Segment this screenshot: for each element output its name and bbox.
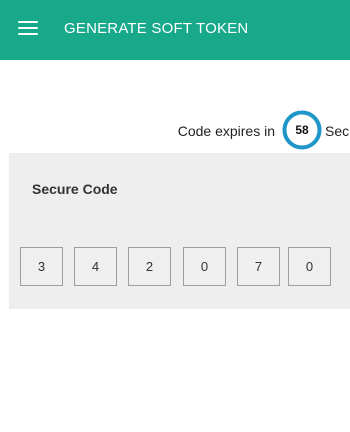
- secure-code-digit-2: 4: [74, 247, 117, 286]
- hamburger-menu-icon[interactable]: [16, 16, 42, 42]
- secure-code-digit-1: 3: [20, 247, 63, 286]
- page-title: GENERATE SOFT TOKEN: [64, 20, 249, 37]
- menu-bar-middle: [18, 27, 38, 29]
- secure-code-panel: Secure Code 3 4 2 0 7 0: [9, 153, 350, 309]
- secure-code-digit-5: 7: [237, 247, 280, 286]
- secure-code-digit-6: 0: [288, 247, 331, 286]
- seconds-unit-label: Sec: [325, 123, 350, 139]
- code-expiry-row: Code expires in 58 Sec: [0, 108, 350, 152]
- secure-code-digit-4: 0: [183, 247, 226, 286]
- countdown-seconds: 58: [295, 123, 309, 137]
- menu-bar-top: [18, 21, 38, 23]
- secure-code-digit-3: 2: [128, 247, 171, 286]
- secure-code-title: Secure Code: [32, 181, 118, 197]
- menu-bar-bottom: [18, 33, 38, 35]
- code-expires-label: Code expires in: [177, 123, 275, 139]
- soft-token-screen: GENERATE SOFT TOKEN Code expires in 58 S…: [0, 0, 350, 432]
- app-header: GENERATE SOFT TOKEN: [0, 0, 350, 60]
